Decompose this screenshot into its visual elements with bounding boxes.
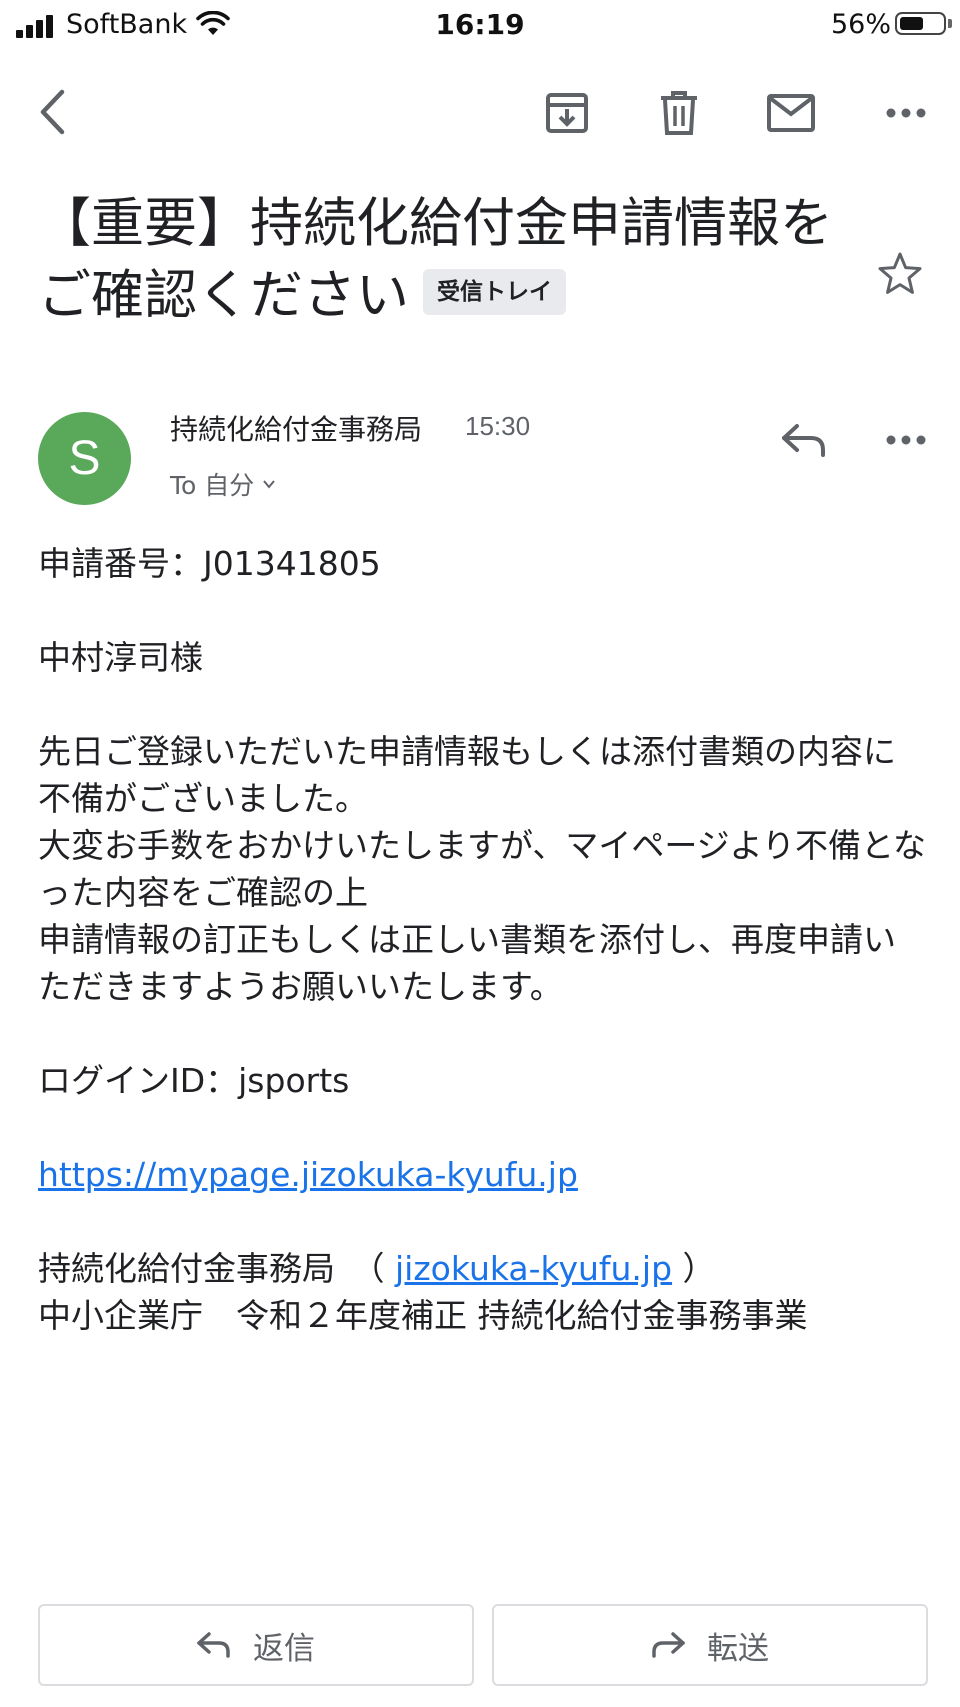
battery-icon [895,12,946,35]
inbox-label-chip[interactable]: 受信トレイ [423,269,566,316]
mail-icon [767,94,815,132]
star-icon[interactable] [876,250,924,298]
forward-button[interactable]: 転送 [492,1604,928,1686]
email-subject: 【重要】持続化給付金申請情報をご確認ください 受信トレイ [38,188,838,332]
status-time: 16:19 [435,8,525,41]
reply-icon-button[interactable] [774,412,834,468]
sent-time: 15:30 [465,411,531,441]
status-bar: SoftBank 16:19 56% [0,0,960,50]
message-more-button[interactable] [880,420,932,460]
more-options-button[interactable] [880,92,932,134]
reply-button[interactable]: 返信 [38,1604,474,1686]
forward-label: 転送 [707,1630,769,1667]
footer-org-name: 持続化給付金事務局 （ [38,1249,395,1288]
mypage-link[interactable]: https://mypage.jizokuka-kyufu.jp [38,1155,578,1194]
email-body: 申請番号：J01341805 中村淳司様 先日ご登録いただいた申請情報もしくは添… [38,540,928,1339]
footer-line2: 中小企業庁 令和２年度補正 持続化給付金事務事業 [38,1296,808,1335]
forward-icon [652,1632,685,1658]
battery-nub [948,19,952,28]
reply-label: 返信 [253,1630,315,1667]
footer-org-line: 持続化給付金事務局 （ jizokuka-kyufu.jp ） [38,1245,928,1292]
archive-button[interactable] [540,86,594,140]
body-line: 大変お手数をおかけいたしますが、マイページより不備となった内容をご確認の上 [38,826,927,912]
back-button[interactable] [30,82,74,142]
back-arrow-icon [40,89,65,135]
body-line: 先日ご登録いただいた申請情報もしくは添付書類の内容に不備がございました。 [38,732,896,818]
delete-button[interactable] [652,86,706,140]
trash-icon [661,91,697,135]
sender-name: 持続化給付金事務局 [170,413,423,446]
footer-org-suffix: ） [672,1249,716,1288]
application-number: 申請番号：J01341805 [38,544,381,583]
footer-org-link[interactable]: jizokuka-kyufu.jp [395,1249,672,1288]
reply-icon [197,1632,230,1658]
reply-icon [782,424,825,457]
mark-unread-button[interactable] [763,86,819,140]
body-line: 申請情報の訂正もしくは正しい書類を添付し、再度申請いただきますようお願いいたしま… [38,920,896,1006]
more-icon [886,435,926,445]
recipient-dropdown[interactable]: To 自分 [170,466,276,502]
sender-avatar[interactable]: S [38,412,131,505]
chevron-down-icon [263,480,276,489]
battery-percentage: 56% [831,9,892,40]
more-icon [886,108,926,118]
recipient-text: To 自分 [170,471,255,500]
login-id: ログインID：jsports [38,1061,350,1100]
addressee: 中村淳司様 [38,638,203,677]
archive-icon [546,93,588,133]
